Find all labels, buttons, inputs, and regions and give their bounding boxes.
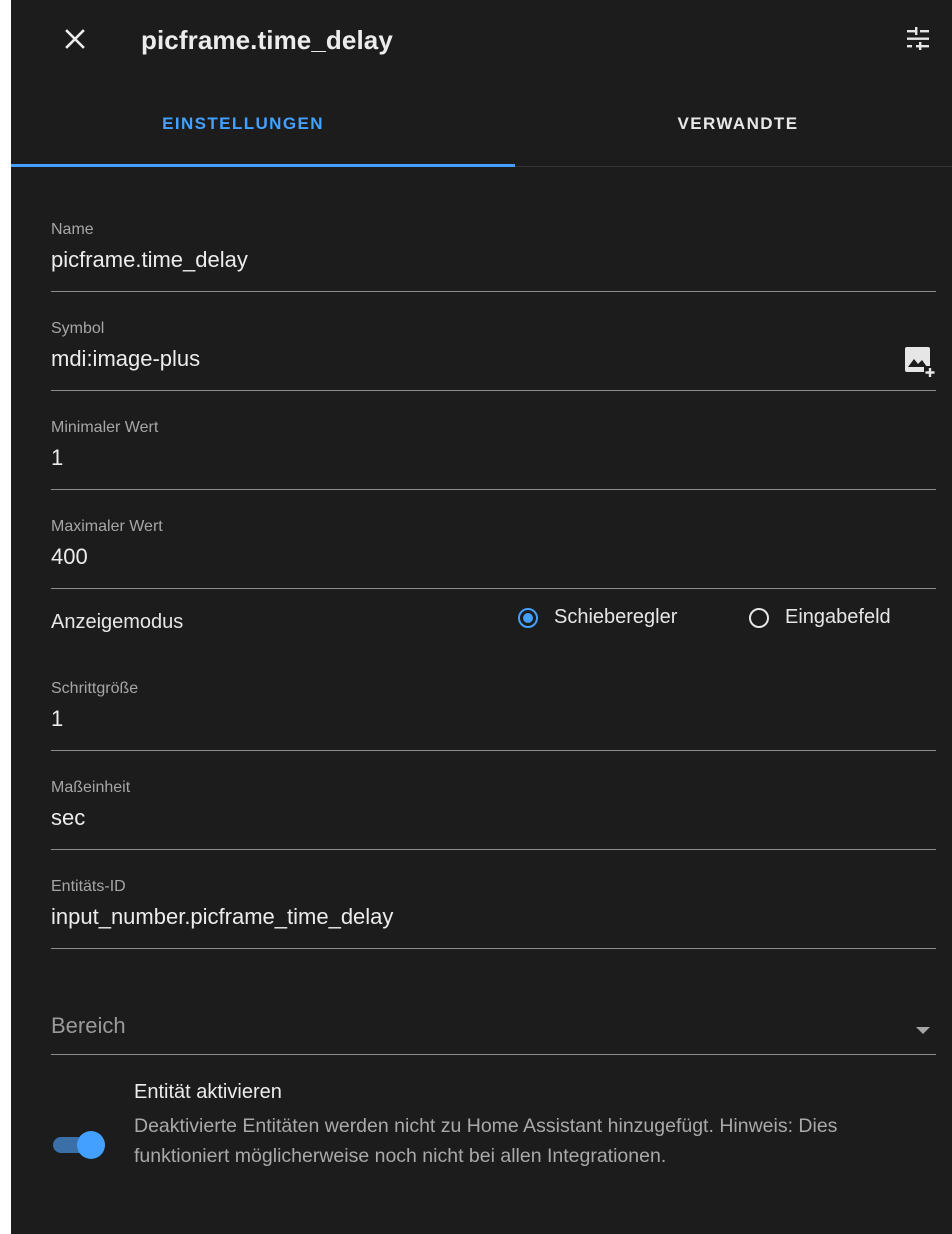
max-value-input[interactable]: 400 xyxy=(51,544,88,570)
entity-id-input[interactable]: input_number.picframe_time_delay xyxy=(51,904,393,930)
entity-id-label: Entitäts-ID xyxy=(51,878,126,895)
symbol-input[interactable]: mdi:image-plus xyxy=(51,346,200,372)
symbol-label: Symbol xyxy=(51,320,105,337)
radio-input-field-indicator[interactable] xyxy=(749,607,769,628)
dialog-header: picframe.time_delay xyxy=(11,0,952,82)
close-icon xyxy=(63,27,87,56)
min-value-field[interactable]: Minimaler Wert 1 xyxy=(51,419,936,490)
tab-bar: EINSTELLUNGEN VERWANDTE xyxy=(11,82,952,167)
unit-field[interactable]: Maßeinheit sec xyxy=(51,779,936,850)
step-field[interactable]: Schrittgröße 1 xyxy=(51,680,936,751)
toggle-thumb xyxy=(77,1131,105,1159)
image-plus-icon xyxy=(904,346,936,378)
area-select[interactable]: Bereich xyxy=(51,984,936,1055)
dialog-title: picframe.time_delay xyxy=(141,25,393,55)
max-value-field[interactable]: Maximaler Wert 400 xyxy=(51,518,936,589)
name-input[interactable]: picframe.time_delay xyxy=(51,247,248,273)
radio-slider[interactable]: Schieberegler xyxy=(518,606,677,629)
radio-input-field[interactable]: Eingabefeld xyxy=(749,606,891,629)
step-input[interactable]: 1 xyxy=(51,706,63,732)
radio-slider-indicator[interactable] xyxy=(518,607,538,628)
radio-input-field-label: Eingabefeld xyxy=(785,606,891,628)
symbol-field[interactable]: Symbol mdi:image-plus xyxy=(51,320,936,391)
close-button[interactable] xyxy=(57,23,93,59)
display-mode-group: Anzeigemodus Schieberegler Eingabefeld xyxy=(51,603,936,643)
enable-entity-title: Entität aktivieren xyxy=(134,1081,282,1103)
tab-settings[interactable]: EINSTELLUNGEN xyxy=(11,82,475,166)
area-placeholder: Bereich xyxy=(51,1013,126,1038)
tab-related[interactable]: VERWANDTE xyxy=(515,82,952,166)
min-value-label: Minimaler Wert xyxy=(51,419,159,436)
max-value-label: Maximaler Wert xyxy=(51,518,163,535)
active-tab-indicator xyxy=(11,164,515,167)
name-label: Name xyxy=(51,221,94,238)
entity-settings-dialog: picframe.time_delay EINSTELLUNGEN VERWAN… xyxy=(11,0,952,1234)
tune-icon xyxy=(905,26,931,57)
dropdown-arrow-icon xyxy=(916,1022,930,1040)
enable-entity-toggle[interactable] xyxy=(51,1131,107,1159)
name-field[interactable]: Name picframe.time_delay xyxy=(51,221,936,292)
enable-entity-description: Deaktivierte Entitäten werden nicht zu H… xyxy=(134,1115,838,1167)
unit-input[interactable]: sec xyxy=(51,805,85,831)
display-mode-label: Anzeigemodus xyxy=(51,611,184,633)
entity-id-field[interactable]: Entitäts-ID input_number.picframe_time_d… xyxy=(51,878,936,949)
step-label: Schrittgröße xyxy=(51,680,139,697)
radio-slider-label: Schieberegler xyxy=(554,606,678,628)
advanced-settings-button[interactable] xyxy=(900,23,936,59)
unit-label: Maßeinheit xyxy=(51,779,131,796)
min-value-input[interactable]: 1 xyxy=(51,445,63,471)
